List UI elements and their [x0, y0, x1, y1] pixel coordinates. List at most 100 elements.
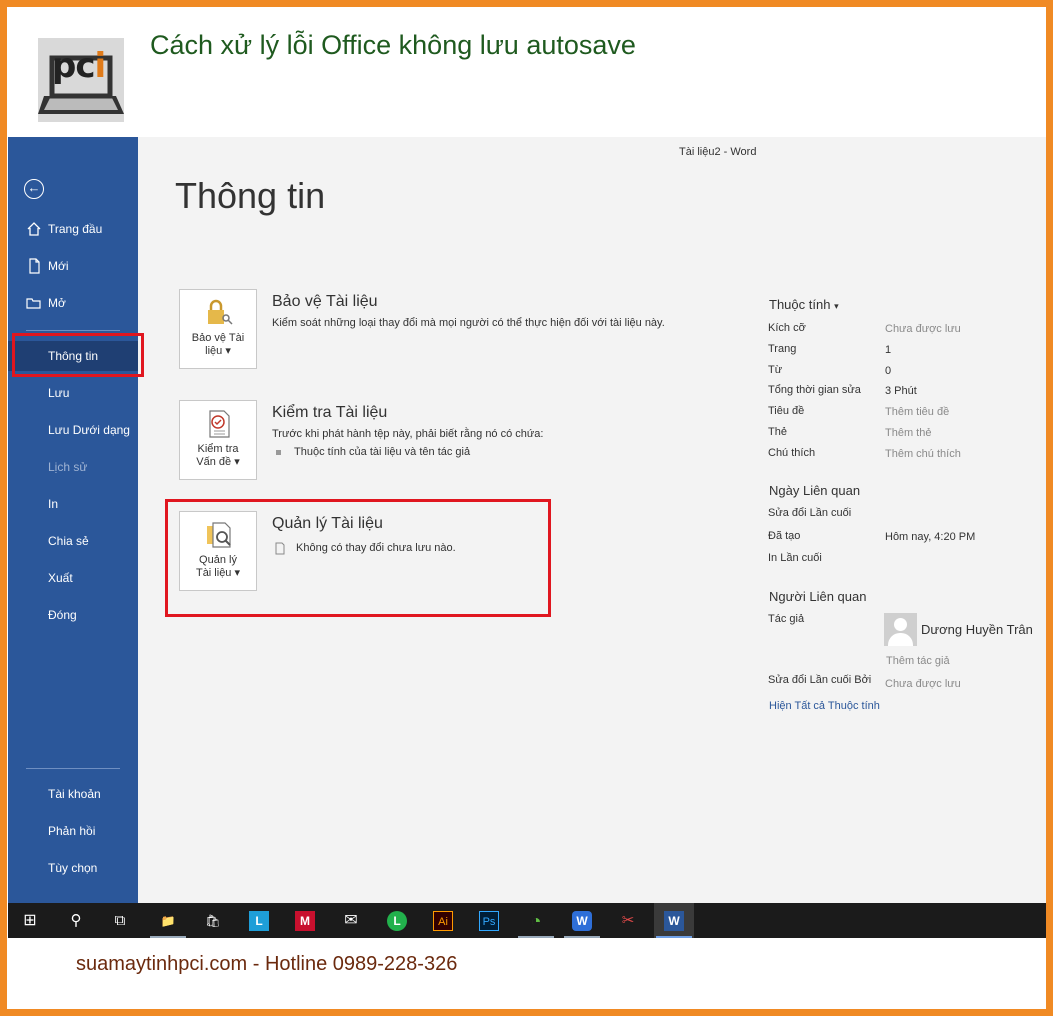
sidebar-item-label: Tài khoản: [48, 787, 101, 801]
snipping-tool-icon: ✂: [621, 912, 635, 929]
tile-label: Kiểm tra: [197, 443, 239, 455]
page-title: Thông tin: [175, 175, 326, 216]
property-key: Trang: [768, 343, 797, 355]
word-icon: W: [664, 911, 684, 931]
window-title: Tài liệu2 - Word: [679, 146, 757, 158]
sidebar-item-share[interactable]: Chia sẻ: [8, 526, 138, 556]
footer-hotline: suamaytinhpci.com - Hotline 0989-228-326: [76, 953, 458, 975]
taskbar-app-illustrator[interactable]: Ai: [423, 903, 463, 938]
sidebar-item-label: Đóng: [48, 608, 77, 622]
illustrator-icon: Ai: [433, 911, 453, 931]
sidebar-item-label: Trang đầu: [48, 222, 103, 236]
add-author-input[interactable]: Thêm tác giả: [886, 655, 950, 667]
windows-start-button[interactable]: ⊞: [10, 903, 50, 938]
taskbar-app-file-explorer[interactable]: 📁: [148, 903, 188, 938]
lock-key-icon: [208, 299, 233, 325]
search-icon: ⚲: [70, 912, 82, 929]
title-input[interactable]: Thêm tiêu đề: [885, 406, 949, 418]
comments-input[interactable]: Thêm chú thích: [885, 448, 961, 460]
sidebar-item-label: Chia sẻ: [48, 534, 89, 548]
dropdown-arrow-icon: ▾: [234, 456, 240, 468]
dropdown-arrow-icon: ▾: [225, 345, 231, 357]
property-key: Đã tạo: [768, 530, 801, 542]
back-arrow-icon[interactable]: ←: [24, 179, 44, 199]
taskbar-app-wps[interactable]: W: [562, 903, 602, 938]
property-value: 3 Phút: [885, 385, 917, 397]
property-value: 1: [885, 344, 892, 356]
sidebar-item-feedback[interactable]: Phản hồi: [8, 816, 138, 846]
l-app-icon: L: [249, 911, 269, 931]
sidebar-item-print[interactable]: In: [8, 489, 138, 519]
check-for-issues-button[interactable]: Kiểm tra Vấn đề ▾: [179, 400, 257, 480]
sidebar-item-label: In: [48, 497, 59, 511]
sidebar-item-home[interactable]: Trang đầu: [8, 214, 138, 244]
property-key: Thẻ: [768, 426, 787, 438]
taskbar-app-store[interactable]: 🛍: [193, 903, 233, 938]
taskbar-app-photoshop[interactable]: Ps: [469, 903, 509, 938]
sidebar-item-label: Mở: [48, 296, 66, 310]
taskbar-app-word[interactable]: W: [654, 903, 694, 938]
author-name[interactable]: Dương Huyền Trân: [921, 622, 1033, 637]
taskbar-app-mcafee[interactable]: M: [285, 903, 325, 938]
info-highlight-box: [12, 333, 144, 377]
sidebar-item-close[interactable]: Đóng: [8, 600, 138, 630]
tile-label: Bảo vệ Tài: [191, 332, 245, 344]
sidebar-item-export[interactable]: Xuất: [8, 563, 138, 593]
mail-icon: ✉: [344, 912, 358, 929]
store-icon: 🛍: [205, 914, 221, 928]
sidebar-item-label: Mới: [48, 259, 69, 273]
property-key: Sửa đổi Lần cuối: [768, 507, 852, 519]
sidebar-item-history: Lịch sử: [8, 452, 138, 482]
windows-taskbar: ⊞ ⚲ ⧉ 📁 🛍 L M ✉ L Ai Ps ◔ W ✂ W: [8, 903, 1046, 938]
task-view-button[interactable]: ⧉: [100, 903, 140, 938]
windows-start-icon: ⊞: [23, 912, 37, 929]
inspect-document-bullet: Thuộc tính của tài liệu và tên tác giả: [276, 446, 470, 458]
sidebar-item-save-as[interactable]: Lưu Dưới dạng: [8, 415, 138, 445]
avatar: [884, 613, 917, 646]
search-button[interactable]: ⚲: [56, 903, 96, 938]
sidebar-item-new[interactable]: Mới: [8, 251, 138, 281]
manage-document-highlight-box: [165, 499, 551, 617]
dropdown-arrow-icon: ▾: [834, 301, 839, 311]
property-key: Tiêu đề: [768, 405, 805, 417]
new-document-icon: [29, 258, 40, 274]
sidebar-divider: [26, 768, 120, 769]
protect-document-desc: Kiểm soát những loại thay đổi mà mọi ngư…: [272, 317, 665, 329]
property-key: Từ: [768, 364, 783, 376]
protect-document-button[interactable]: Bảo vệ Tài liệu ▾: [179, 289, 257, 369]
wps-icon: W: [572, 911, 592, 931]
taskbar-app-chart[interactable]: ◔: [516, 903, 556, 938]
property-value: Chưa được lưu: [885, 323, 961, 335]
logo-text: pci: [52, 46, 106, 86]
property-key: Tổng thời gian sửa: [768, 384, 861, 396]
property-value: Chưa được lưu: [885, 678, 961, 690]
tags-input[interactable]: Thêm thẻ: [885, 427, 931, 439]
line-icon: L: [387, 911, 407, 931]
taskbar-app-l[interactable]: L: [239, 903, 279, 938]
file-explorer-icon: 📁: [160, 914, 176, 928]
photoshop-icon: Ps: [479, 911, 499, 931]
article-title: Cách xử lý lỗi Office không lưu autosave: [150, 30, 636, 60]
property-value: Hôm nay, 4:20 PM: [885, 531, 976, 543]
sidebar-item-open[interactable]: Mở: [8, 288, 138, 318]
sidebar-item-account[interactable]: Tài khoản: [8, 779, 138, 809]
tile-label: liệu: [205, 345, 223, 357]
sidebar-item-save[interactable]: Lưu: [8, 378, 138, 408]
property-key: Tác giả: [768, 613, 805, 625]
inspect-document-title: Kiểm tra Tài liệu: [272, 404, 388, 421]
related-dates-heading: Ngày Liên quan: [769, 483, 861, 498]
property-key: Kích cỡ: [768, 322, 806, 334]
backstage-sidebar: ← Trang đầu Mới Mở Thông tin Lưu Lưu Dướ…: [8, 137, 138, 903]
taskbar-app-snipping[interactable]: ✂: [608, 903, 648, 938]
sidebar-item-label: Lịch sử: [48, 460, 88, 474]
properties-heading[interactable]: Thuộc tính ▾: [769, 297, 839, 312]
protect-document-title: Bảo vệ Tài liệu: [272, 293, 378, 310]
taskbar-app-line[interactable]: L: [377, 903, 417, 938]
sidebar-item-options[interactable]: Tùy chọn: [8, 853, 138, 883]
property-key: In Lần cuối: [768, 552, 822, 564]
sidebar-item-label: Lưu: [48, 386, 70, 400]
chart-app-icon: ◔: [530, 911, 542, 931]
word-backstage-screen: ← Trang đầu Mới Mở Thông tin Lưu Lưu Dướ…: [8, 137, 1046, 938]
taskbar-app-mail[interactable]: ✉: [331, 903, 371, 938]
show-all-properties-link[interactable]: Hiện Tất cả Thuộc tính: [769, 700, 880, 712]
